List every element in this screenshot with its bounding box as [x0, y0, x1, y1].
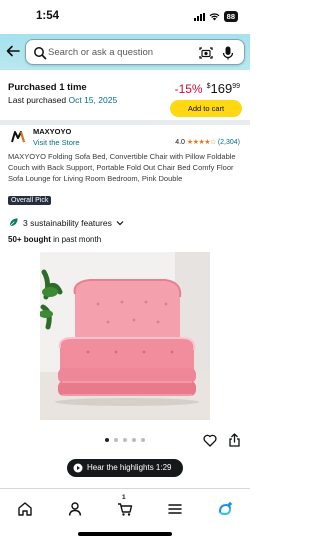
last-purchased-date-link[interactable]: Oct 15, 2025 [69, 95, 118, 105]
back-arrow-icon[interactable] [5, 43, 21, 59]
carousel-dot[interactable] [132, 438, 136, 442]
home-indicator [78, 532, 172, 536]
battery-indicator: 88 [223, 11, 238, 22]
search-header: Search or ask a question [0, 34, 250, 70]
star-rating-icon: ★★★★☆ [186, 139, 216, 146]
rating-summary[interactable]: 4.0 ★★★★☆ (2,304) [175, 138, 240, 147]
play-icon [73, 463, 83, 473]
camera-icon[interactable] [198, 45, 214, 61]
menu-icon[interactable] [167, 501, 183, 517]
cellular-signal-icon [193, 12, 205, 21]
status-time: 1:54 [36, 10, 60, 22]
highlights-label: Hear the highlights 1:29 [87, 463, 172, 472]
share-icon[interactable] [228, 433, 241, 447]
brand-row: MAXYOYO Visit the Store 4.0 ★★★★☆ (2,304… [0, 125, 250, 151]
rating-value: 4.0 [175, 138, 185, 146]
search-input[interactable]: Search or ask a question [25, 39, 245, 65]
sustainability-label: 3 sustainability features [23, 217, 112, 228]
purchase-history-banner: Purchased 1 time Last purchased Oct 15, … [0, 75, 250, 125]
cart-count-badge: 1 [122, 494, 126, 501]
last-purchased: Last purchased Oct 15, 2025 [8, 95, 117, 105]
bought-count: 50+ bought in past month [8, 235, 101, 244]
sustainability-features[interactable]: 3 sustainability features [8, 217, 124, 228]
product-image[interactable] [40, 252, 210, 420]
carousel-dot[interactable] [123, 438, 127, 442]
wifi-icon [209, 12, 220, 20]
home-icon[interactable] [17, 501, 33, 517]
last-purchased-label: Last purchased [8, 95, 67, 105]
brand-logo-icon[interactable] [10, 129, 26, 145]
leaf-icon [9, 218, 18, 227]
bought-count-value: 50+ bought [8, 235, 51, 244]
carousel-dot[interactable] [114, 438, 118, 442]
hear-highlights-button[interactable]: Hear the highlights 1:29 [67, 459, 183, 477]
heart-icon[interactable] [203, 434, 217, 447]
price: -15% $ 169 99 [175, 81, 240, 96]
add-to-cart-button[interactable]: Add to cart [170, 100, 242, 117]
discount-percent: -15% [174, 82, 203, 96]
price-fraction: 99 [232, 83, 240, 90]
purchased-count: Purchased 1 time [8, 82, 87, 93]
overall-pick-badge: Overall Pick [8, 196, 52, 205]
search-icon [34, 47, 47, 60]
status-icons: 88 [193, 11, 238, 22]
price-whole: 169 [210, 81, 233, 96]
status-bar: 1:54 88 [0, 0, 250, 34]
brand-name: MAXYOYO [33, 127, 72, 136]
image-carousel-dots[interactable] [105, 438, 145, 442]
product-title: MAXYOYO Folding Sofa Bed, Convertible Ch… [8, 152, 236, 183]
carousel-dot[interactable] [141, 438, 145, 442]
chevron-down-icon [116, 220, 124, 225]
search-placeholder: Search or ask a question [48, 47, 154, 58]
visit-store-link[interactable]: Visit the Store [33, 138, 80, 147]
carousel-dot[interactable] [105, 438, 109, 442]
cart-icon[interactable] [117, 501, 133, 517]
bought-count-suffix: in past month [53, 235, 102, 244]
rating-count[interactable]: (2,304) [218, 139, 240, 146]
account-icon[interactable] [67, 501, 83, 517]
microphone-icon[interactable] [221, 45, 235, 61]
ai-assistant-icon[interactable] [217, 501, 233, 517]
